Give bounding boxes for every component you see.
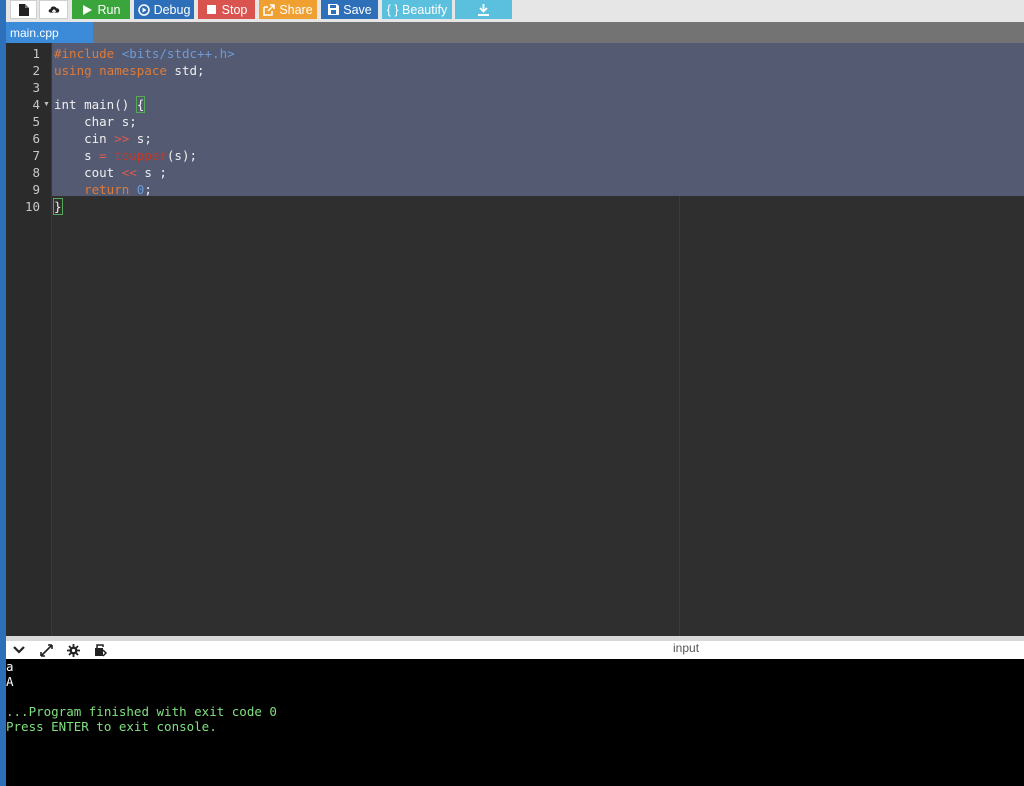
console-output[interactable]: a A ...Program finished with exit code 0… (6, 659, 1024, 786)
new-file-button[interactable] (10, 0, 37, 19)
download-button[interactable] (455, 0, 512, 19)
play-icon (82, 4, 94, 16)
matched-brace: } (53, 198, 63, 215)
operator: >> (114, 131, 130, 146)
print-margin (679, 196, 680, 636)
debug-icon (137, 3, 150, 16)
line-number: 10 (24, 199, 40, 214)
code-line: using namespace std; (54, 63, 205, 78)
upload-icon (48, 4, 60, 16)
matched-brace: { (135, 96, 146, 113)
stop-button[interactable]: Stop (198, 0, 255, 19)
console-line: a (6, 659, 14, 674)
console-settings-button[interactable] (66, 643, 80, 657)
code-editor[interactable]: 1 2 3 4 ▼ 5 6 7 8 9 10 #include <bits/st… (6, 43, 1024, 636)
console-toolbar: input (6, 641, 1024, 660)
toolbar: Run Debug Stop Share Save { } Beautify (6, 0, 1024, 22)
line-number: 7 (32, 148, 40, 163)
run-button[interactable]: Run (72, 0, 130, 19)
save-label: Save (343, 2, 372, 17)
code-line: cout << s ; (54, 165, 167, 180)
code-line: } (53, 198, 63, 215)
line-number: 5 (32, 114, 40, 129)
keyword: namespace (99, 63, 167, 78)
keyword: using (54, 63, 92, 78)
operator: = (99, 148, 107, 163)
include-directive: #include (54, 46, 115, 61)
stop-icon (206, 4, 218, 16)
gear-icon (66, 643, 80, 657)
operator: << (121, 165, 137, 180)
code-line: #include <bits/stdc++.h> (54, 45, 235, 62)
line-number: 4 (32, 97, 40, 112)
number-literal: 0 (136, 182, 145, 197)
share-icon (263, 3, 276, 16)
debug-button[interactable]: Debug (134, 0, 194, 19)
file-tab-bar: main.cpp (6, 22, 1024, 43)
line-number: 3 (32, 80, 40, 95)
input-label: input (673, 641, 700, 655)
expand-icon (39, 643, 53, 657)
expand-console-button[interactable] (39, 643, 53, 657)
run-label: Run (97, 2, 121, 17)
console-line: ...Program finished with exit code 0 (6, 704, 277, 719)
keyboard-icon (94, 643, 107, 657)
debug-label: Debug (153, 2, 191, 17)
line-number: 2 (32, 63, 40, 78)
save-button[interactable]: Save (321, 0, 378, 19)
beautify-button[interactable]: { } Beautify (382, 0, 452, 19)
line-number: 8 (32, 165, 40, 180)
line-number: 9 (32, 182, 40, 197)
download-icon (478, 3, 490, 16)
save-icon (327, 4, 339, 16)
line-number: 6 (32, 131, 40, 146)
code-line: cin >> s; (54, 131, 152, 146)
tab-main-cpp[interactable]: main.cpp (6, 22, 93, 43)
collapse-console-button[interactable] (12, 643, 26, 657)
include-header: <bits/stdc++.h> (121, 46, 235, 61)
fold-arrow-icon[interactable]: ▼ (43, 96, 50, 113)
code-line: s = toupper(s); (54, 148, 198, 163)
keyword: return (84, 182, 130, 197)
code-line: return 0; (84, 182, 152, 197)
function-name: toupper (114, 148, 167, 163)
share-label: Share (279, 2, 313, 17)
share-button[interactable]: Share (259, 0, 317, 19)
stop-label: Stop (221, 2, 248, 17)
code-line: int main() { (54, 96, 146, 113)
code-line: char s; (54, 114, 137, 129)
line-number: 1 (32, 46, 40, 61)
console-line: Press ENTER to exit console. (6, 719, 217, 734)
beautify-label: { } Beautify (386, 2, 448, 17)
chevron-down-icon (13, 646, 25, 654)
upload-button[interactable] (39, 0, 68, 19)
new-file-icon (18, 3, 30, 16)
interactive-console-button[interactable] (93, 643, 107, 657)
console-line: A (6, 674, 14, 689)
